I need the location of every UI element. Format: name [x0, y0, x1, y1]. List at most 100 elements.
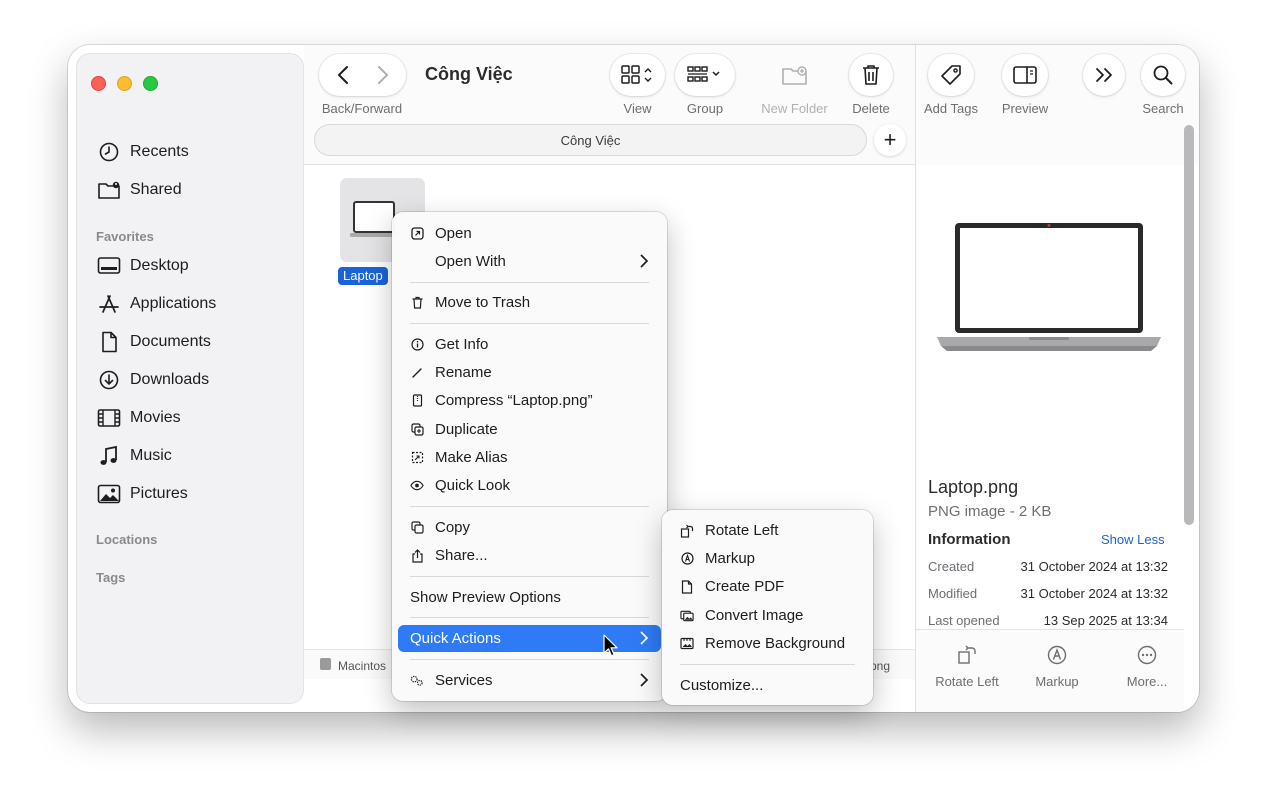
more-actions[interactable]: More...: [1102, 644, 1192, 689]
chevron-right-icon[interactable]: [363, 54, 403, 96]
info-row-modified: Modified 31 October 2024 at 13:32: [928, 586, 1168, 601]
menu-separator: [410, 282, 649, 283]
context-menu: Open Open With Move to Trash Get Info Re…: [392, 212, 667, 701]
information-header: Information: [928, 531, 1011, 548]
show-less-link[interactable]: Show Less: [1101, 532, 1165, 547]
submenu-item-label: Markup: [705, 550, 756, 567]
menu-item-rename[interactable]: Rename: [398, 359, 661, 386]
minimize-window-button[interactable]: [117, 76, 132, 91]
menu-item-open[interactable]: Open: [398, 220, 661, 247]
alias-icon: [410, 451, 424, 465]
locations-header[interactable]: Locations: [96, 532, 157, 547]
rotate-left-action[interactable]: Rotate Left: [922, 644, 1012, 689]
back-forward-label: Back/Forward: [321, 101, 403, 116]
menu-item-label: Quick Actions: [410, 630, 501, 647]
info-value: 31 October 2024 at 13:32: [1020, 559, 1168, 574]
music-icon: [100, 445, 117, 465]
chevron-right-icon: [640, 631, 649, 645]
menu-item-label: Open: [435, 225, 472, 242]
close-window-button[interactable]: [91, 76, 106, 91]
path-file-name[interactable]: png: [870, 659, 890, 673]
shared-folder-icon: [98, 181, 120, 199]
sidebar: Recents Shared Favorites Desktop Applica…: [76, 53, 304, 704]
menu-item-label: Make Alias: [435, 449, 508, 466]
info-key: Created: [928, 559, 975, 574]
search-button[interactable]: [1141, 54, 1185, 96]
trash-icon: [410, 296, 424, 310]
menu-item-show-preview-options[interactable]: Show Preview Options: [398, 584, 661, 611]
menu-item-make-alias[interactable]: Make Alias: [398, 444, 661, 471]
submenu-item-remove-background[interactable]: Remove Background: [668, 630, 867, 657]
menu-separator: [410, 506, 649, 507]
sidebar-item-shared[interactable]: Shared: [97, 176, 182, 204]
menu-item-quick-look[interactable]: Quick Look: [398, 472, 661, 499]
new-folder-button[interactable]: [771, 54, 819, 96]
sidebar-item-label: Shared: [130, 181, 182, 198]
sidebar-item-downloads[interactable]: Downloads: [97, 366, 209, 394]
add-tab-button[interactable]: +: [874, 124, 906, 156]
chevron-left-icon[interactable]: [323, 54, 363, 96]
sidebar-item-label: Downloads: [130, 371, 210, 388]
submenu-item-convert-image[interactable]: Convert Image: [668, 602, 867, 629]
convert-image-icon: [680, 609, 694, 623]
markup-action[interactable]: Markup: [1012, 644, 1102, 689]
sidebar-item-applications[interactable]: Applications: [97, 290, 216, 318]
sidebar-item-recents[interactable]: Recents: [97, 138, 189, 166]
add-tags-button[interactable]: [928, 54, 974, 96]
path-disk-name[interactable]: Macintos: [338, 659, 386, 673]
submenu-item-customize[interactable]: Customize...: [668, 672, 867, 699]
menu-separator: [410, 659, 649, 660]
submenu-item-label: Remove Background: [705, 635, 846, 652]
view-button[interactable]: [610, 54, 665, 96]
sidebar-item-movies[interactable]: Movies: [97, 404, 181, 432]
submenu-item-rotate-left[interactable]: Rotate Left: [668, 517, 867, 544]
menu-item-move-to-trash[interactable]: Move to Trash: [398, 289, 661, 316]
preview-image: [937, 223, 1161, 351]
rotate-left-label: Rotate Left: [935, 674, 999, 689]
sidebar-item-label: Recents: [130, 143, 189, 160]
menu-item-label: Duplicate: [435, 421, 498, 438]
submenu-item-label: Customize...: [680, 677, 764, 694]
chevron-right-icon: [640, 673, 649, 687]
sidebar-item-documents[interactable]: Documents: [97, 328, 211, 356]
rotate-left-icon: [958, 645, 976, 664]
submenu-item-markup[interactable]: Markup: [668, 545, 867, 572]
sidebar-item-music[interactable]: Music: [97, 442, 172, 470]
sidebar-item-label: Documents: [130, 333, 211, 350]
double-chevron-right-icon: [1096, 68, 1112, 82]
preview-scrollbar[interactable]: [1184, 125, 1194, 525]
menu-item-quick-actions[interactable]: Quick Actions: [398, 625, 661, 652]
menu-item-get-info[interactable]: Get Info: [398, 331, 661, 358]
menu-item-duplicate[interactable]: Duplicate: [398, 416, 661, 443]
clock-icon: [99, 142, 119, 162]
menu-item-open-with[interactable]: Open With: [398, 248, 661, 275]
preview-actions: Rotate Left Markup More...: [916, 629, 1184, 712]
add-tags-label: Add Tags: [924, 101, 978, 116]
favorites-header: Favorites: [96, 229, 154, 244]
menu-item-services[interactable]: Services: [398, 667, 661, 694]
file-name-label[interactable]: Laptop: [338, 267, 388, 285]
info-value: 13 Sep 2025 at 13:34: [1043, 613, 1168, 628]
menu-item-share[interactable]: Share...: [398, 542, 661, 569]
path-bar[interactable]: Công Việc: [314, 124, 867, 156]
submenu-item-create-pdf[interactable]: Create PDF: [668, 573, 867, 600]
sidebar-item-pictures[interactable]: Pictures: [97, 480, 188, 508]
menu-item-compress[interactable]: Compress “Laptop.png”: [398, 387, 661, 414]
more-toolbar-button[interactable]: [1083, 54, 1125, 96]
delete-button[interactable]: [849, 54, 893, 96]
rotate-left-icon: [680, 524, 694, 538]
group-button[interactable]: [675, 54, 735, 96]
sidebar-item-desktop[interactable]: Desktop: [97, 252, 189, 280]
menu-item-copy[interactable]: Copy: [398, 514, 661, 541]
preview-button[interactable]: [1002, 54, 1048, 96]
view-label: View: [623, 101, 652, 116]
info-icon: [410, 338, 424, 352]
preview-panel-icon: [1013, 66, 1037, 84]
zoom-window-button[interactable]: [143, 76, 158, 91]
document-icon: [680, 579, 694, 594]
menu-item-label: Open With: [435, 253, 506, 270]
tags-header[interactable]: Tags: [96, 570, 125, 585]
menu-separator: [410, 617, 649, 618]
grid-view-icon: [620, 65, 651, 84]
right-toolbar: Add Tags Preview Search: [916, 45, 1199, 165]
